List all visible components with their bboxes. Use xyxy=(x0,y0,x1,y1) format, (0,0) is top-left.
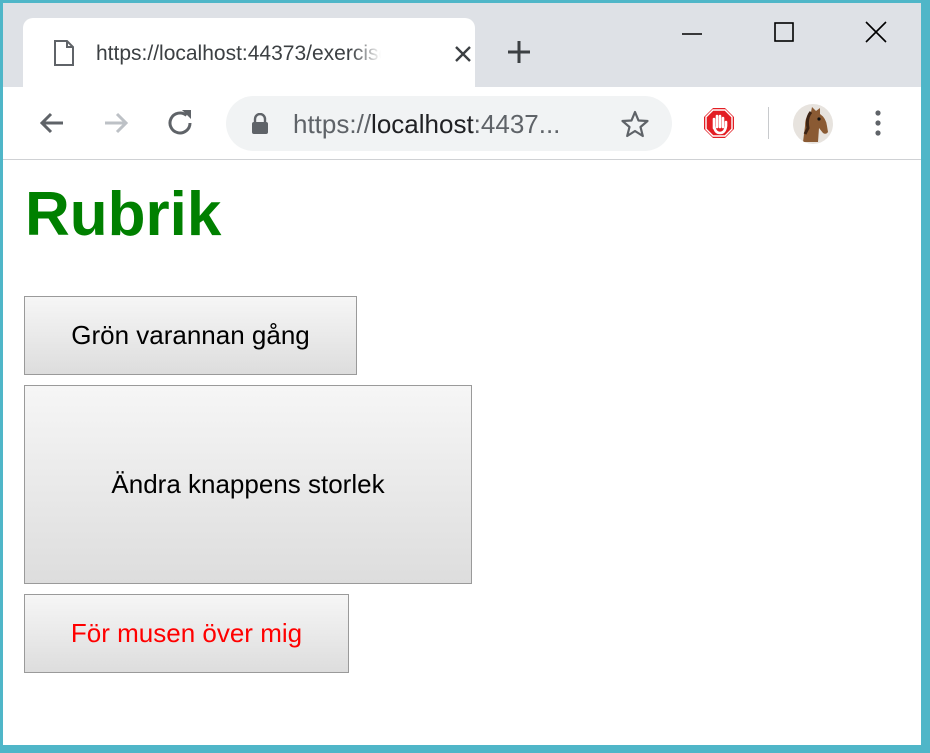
title-bar: https://localhost:44373/exercise xyxy=(3,3,921,87)
bookmark-star-icon[interactable] xyxy=(621,110,649,138)
minimize-icon xyxy=(682,33,702,35)
minimize-button[interactable] xyxy=(646,3,738,63)
profile-avatar[interactable] xyxy=(793,104,833,144)
browser-window: https://localhost:44373/exercise https:/… xyxy=(3,3,927,745)
tab-title: https://localhost:44373/exercise xyxy=(96,40,381,68)
horse-avatar-icon xyxy=(803,107,828,142)
forward-arrow-icon[interactable] xyxy=(100,107,132,139)
window-close-icon xyxy=(865,21,887,43)
adblock-extension-icon[interactable] xyxy=(703,107,735,139)
hover-button[interactable]: För musen över mig xyxy=(24,594,349,673)
back-arrow-icon[interactable] xyxy=(36,107,68,139)
resize-button[interactable]: Ändra knappens storlek xyxy=(24,385,472,584)
page-content: Rubrik Grön varannan gång Ändra knappens… xyxy=(3,160,921,745)
lock-icon xyxy=(252,113,268,134)
toolbar-separator xyxy=(768,107,769,139)
url-scheme: https:// xyxy=(293,109,372,139)
reload-icon[interactable] xyxy=(164,107,196,139)
tab-close-icon[interactable] xyxy=(453,44,473,64)
maximize-button[interactable] xyxy=(738,3,830,63)
page-heading: Rubrik xyxy=(25,180,222,249)
window-close-button[interactable] xyxy=(830,3,921,63)
url-host: localhost xyxy=(371,109,474,139)
green-toggle-button[interactable]: Grön varannan gång xyxy=(24,296,357,375)
browser-tab[interactable]: https://localhost:44373/exercise xyxy=(23,18,475,87)
kebab-menu-icon[interactable] xyxy=(868,107,888,139)
url-text: https://localhost:4437... xyxy=(293,108,560,140)
new-tab-icon[interactable] xyxy=(506,39,532,65)
page-icon xyxy=(54,40,74,66)
url-rest: :4437... xyxy=(473,109,561,139)
browser-toolbar: https://localhost:4437... xyxy=(3,87,921,160)
address-bar[interactable]: https://localhost:4437... xyxy=(226,96,672,151)
maximize-icon xyxy=(774,22,794,42)
